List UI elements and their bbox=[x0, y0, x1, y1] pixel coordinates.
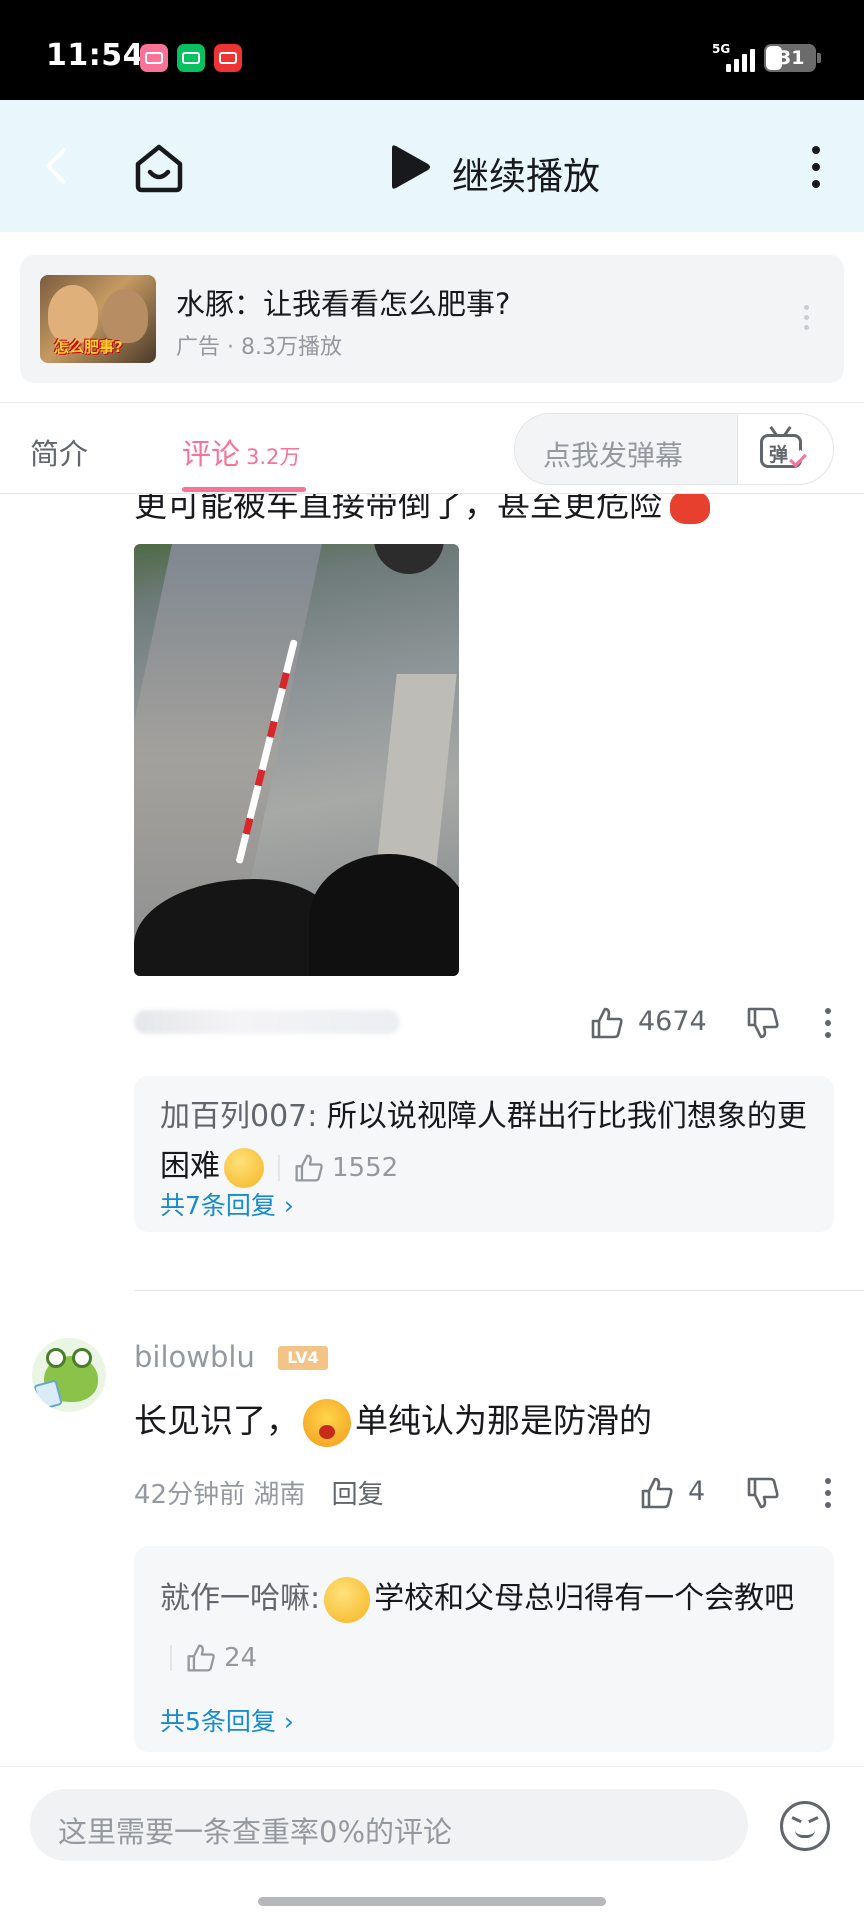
laughing-crying-emoji-icon bbox=[324, 1576, 371, 1623]
thumbs-down-icon bbox=[747, 1007, 779, 1039]
comment-input[interactable]: 这里需要一条查重率0%的评论 bbox=[30, 1789, 748, 1861]
danmaku-icon-char: 弹 bbox=[769, 444, 789, 466]
comment-text-part1: 长见识了， bbox=[134, 1401, 299, 1440]
comment-text: 长见识了， 单纯认为那是防滑的 bbox=[134, 1394, 652, 1448]
dislike-button[interactable] bbox=[746, 1472, 786, 1516]
reply-author[interactable]: 加百列007: bbox=[160, 1099, 317, 1134]
bilibili-app-icon bbox=[140, 44, 168, 72]
reply-preview[interactable]: 就作一哈嘛: 学校和父母总归得有一个会教吧 24 共5条回复 › bbox=[134, 1546, 834, 1752]
comment-more-icon[interactable] bbox=[822, 1008, 834, 1052]
comment-text: 更可能被车直接带倒了，甚至更危险 bbox=[134, 494, 662, 524]
chevron-right-icon: › bbox=[283, 1191, 294, 1220]
dislike-button[interactable] bbox=[746, 1002, 786, 1046]
continue-play-button[interactable]: 继续播放 bbox=[452, 146, 600, 200]
thumbs-up-icon bbox=[591, 1007, 623, 1039]
thumbs-up-icon bbox=[187, 1644, 215, 1672]
thumbs-down-icon bbox=[747, 1477, 779, 1509]
comment-username[interactable]: bilowblu bbox=[134, 1340, 255, 1374]
tab-intro[interactable]: 简介 bbox=[30, 431, 88, 473]
ad-meta: 广告 · 8.3万播放 bbox=[176, 335, 342, 360]
reply-button[interactable]: 回复 bbox=[332, 1480, 384, 1510]
home-indicator[interactable] bbox=[258, 1897, 606, 1906]
battery-icon: 31 bbox=[764, 44, 821, 72]
network-type: 5G bbox=[712, 42, 731, 56]
like-button[interactable]: 4 bbox=[640, 1472, 710, 1516]
comments-list[interactable]: 更可能被车直接带倒了，甚至更危险 4674 加百列007: 所以说视障人群出行比… bbox=[0, 494, 864, 1764]
comment-more-icon[interactable] bbox=[822, 1478, 834, 1522]
shocked-emoji-icon bbox=[303, 1398, 351, 1447]
danmaku-input[interactable]: 点我发弹幕 弹 bbox=[514, 413, 834, 485]
active-tab-indicator bbox=[182, 487, 306, 492]
play-icon[interactable] bbox=[386, 144, 432, 190]
video-tabs: 简介 评论 3.2万 点我发弹幕 弹 bbox=[0, 402, 864, 494]
view-replies-link[interactable]: 共5条回复 › bbox=[160, 1702, 294, 1738]
emoji-picker-icon[interactable] bbox=[780, 1801, 830, 1851]
blurred-comment-meta bbox=[134, 1010, 400, 1034]
danmaku-placeholder: 点我发弹幕 bbox=[543, 439, 684, 472]
comment-input-placeholder: 这里需要一条查重率0%的评论 bbox=[58, 1815, 453, 1849]
view-replies-link[interactable]: 共7条回复 › bbox=[160, 1186, 294, 1222]
reply-like-count: 24 bbox=[224, 1642, 258, 1673]
ad-thumbnail[interactable]: 怎么肥事? bbox=[40, 275, 156, 363]
like-count: 4674 bbox=[638, 1006, 707, 1037]
battery-level: 31 bbox=[778, 47, 805, 69]
ad-video-card[interactable]: 怎么肥事? 水豚：让我看看怎么肥事? 广告 · 8.3万播放 bbox=[20, 255, 844, 383]
reply-preview-text: 加百列007: 所以说视障人群出行比我们想象的更困难 1552 bbox=[160, 1092, 820, 1193]
video-top-bar: 继续播放 bbox=[0, 100, 864, 232]
comment-actions: 4 bbox=[640, 1472, 864, 1516]
reply-preview-text: 就作一哈嘛: 学校和父母总归得有一个会教吧 24 bbox=[160, 1570, 820, 1687]
tab-comments-count: 3.2万 bbox=[246, 445, 301, 469]
more-options-icon[interactable] bbox=[808, 146, 824, 188]
comment-meta: 42分钟前 湖南 回复 bbox=[134, 1474, 384, 1511]
ad-more-icon[interactable] bbox=[802, 305, 810, 335]
danmaku-icon: 弹 bbox=[760, 426, 808, 472]
comment-image[interactable] bbox=[134, 544, 459, 976]
reply-like-button[interactable]: 24 bbox=[170, 1629, 257, 1687]
like-count: 4 bbox=[688, 1476, 706, 1507]
level-badge: LV4 bbox=[278, 1346, 328, 1370]
ad-thumbnail-text: 怎么肥事? bbox=[54, 338, 123, 356]
reply-content: 学校和父母总归得有一个会教吧 bbox=[374, 1581, 795, 1616]
comment-text-partial: 更可能被车直接带倒了，甚至更危险 bbox=[134, 494, 710, 526]
comment-input-bar: 这里需要一条查重率0%的评论 bbox=[0, 1766, 864, 1920]
chevron-right-icon: › bbox=[283, 1707, 294, 1736]
home-icon[interactable] bbox=[132, 142, 186, 194]
like-button[interactable]: 4674 bbox=[590, 1002, 710, 1046]
thumbs-up-icon bbox=[641, 1477, 673, 1509]
comment-time: 42分钟前 bbox=[134, 1480, 246, 1510]
wechat-app-icon bbox=[177, 44, 205, 72]
notification-app-icon bbox=[214, 44, 242, 72]
reply-like-count: 1552 bbox=[332, 1152, 399, 1183]
ad-title[interactable]: 水豚：让我看看怎么肥事? bbox=[176, 281, 510, 323]
reply-like-button[interactable]: 1552 bbox=[278, 1143, 398, 1193]
comment-actions: 4674 bbox=[590, 1002, 864, 1046]
comment-divider bbox=[134, 1290, 864, 1291]
view-replies-label: 共7条回复 bbox=[160, 1191, 276, 1220]
reply-preview[interactable]: 加百列007: 所以说视障人群出行比我们想象的更困难 1552 共7条回复 › bbox=[134, 1076, 834, 1232]
comment-text-part2: 单纯认为那是防滑的 bbox=[355, 1401, 652, 1440]
thumbs-up-icon bbox=[295, 1154, 323, 1182]
tab-comments-label: 评论 bbox=[182, 437, 241, 471]
tearful-emoji-icon bbox=[224, 1147, 264, 1188]
reply-author[interactable]: 就作一哈嘛: bbox=[160, 1581, 320, 1616]
view-replies-label: 共5条回复 bbox=[160, 1707, 276, 1736]
back-icon[interactable] bbox=[40, 146, 74, 186]
danmaku-toggle-button[interactable]: 弹 bbox=[737, 414, 833, 484]
status-time: 11:54 bbox=[46, 38, 144, 73]
avatar[interactable] bbox=[32, 1338, 106, 1412]
signal-icon: 5G bbox=[712, 42, 758, 74]
angry-emoji-icon bbox=[670, 494, 710, 524]
status-bar: 11:54 5G 31 bbox=[0, 0, 864, 100]
tab-comments[interactable]: 评论 3.2万 bbox=[182, 431, 300, 473]
comment-location: 湖南 bbox=[253, 1480, 306, 1510]
